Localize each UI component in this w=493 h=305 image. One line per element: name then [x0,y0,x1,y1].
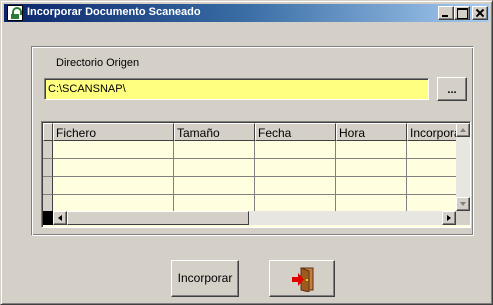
table-cell[interactable] [174,159,255,177]
table-cell[interactable] [174,141,255,159]
title-bar[interactable]: Incorporar Documento Scaneado [4,4,489,22]
table-cell[interactable] [174,195,255,211]
scroll-right-button[interactable] [442,211,456,225]
minimize-button[interactable] [438,6,454,20]
row-indicator[interactable] [43,195,53,211]
table-cell[interactable] [53,195,174,211]
table-cell[interactable] [336,195,407,211]
table-cell[interactable] [407,141,456,159]
table-cell[interactable] [255,177,336,195]
table-cell[interactable] [407,177,456,195]
exit-button[interactable] [269,260,335,297]
arrow-left-icon [58,215,62,221]
incorporar-button[interactable]: Incorporar [171,260,239,297]
table-cell[interactable] [336,159,407,177]
arrow-right-icon [447,215,451,221]
table-row[interactable] [43,177,456,195]
horizontal-scrollbar[interactable] [43,211,456,225]
table-cell[interactable] [336,177,407,195]
table-cell[interactable] [53,141,174,159]
scroll-down-button[interactable] [456,197,470,211]
table-cell[interactable] [53,177,174,195]
scrollbar-corner [456,211,470,225]
column-header-tamano[interactable]: Tamaño [174,123,255,141]
directory-label: Directorio Origen [56,57,140,69]
grid-header-row: Fichero Tamaño Fecha Hora Incorpora [43,123,456,141]
scroll-left-button[interactable] [53,211,67,225]
scroll-up-button[interactable] [456,123,470,137]
scroll-track[interactable] [249,211,442,225]
window-title: Incorporar Documento Scaneado [27,6,201,18]
app-logo-icon [7,5,23,21]
table-cell[interactable] [407,159,456,177]
files-grid[interactable]: Fichero Tamaño Fecha Hora Incorpora [41,121,471,228]
scroll-thumb[interactable] [67,211,249,225]
close-button[interactable] [472,6,488,20]
column-header-fichero[interactable]: Fichero [53,123,174,141]
table-cell[interactable] [255,159,336,177]
column-header-hora[interactable]: Hora [336,123,407,141]
row-indicator[interactable] [43,141,53,159]
table-row[interactable] [43,159,456,177]
table-cell[interactable] [336,141,407,159]
table-cell[interactable] [255,141,336,159]
table-row[interactable] [43,195,456,211]
vertical-scrollbar[interactable] [456,123,470,211]
table-row[interactable] [43,141,456,159]
browse-button[interactable]: ... [437,77,467,101]
arrow-up-icon [460,128,466,132]
grid-viewport: Fichero Tamaño Fecha Hora Incorpora [43,123,456,211]
table-cell[interactable] [174,177,255,195]
directory-input[interactable] [44,78,429,100]
dialog-window: Incorporar Documento Scaneado Directorio… [0,0,493,305]
column-header-fecha[interactable]: Fecha [255,123,336,141]
row-indicator-header [43,123,53,141]
row-indicator[interactable] [43,159,53,177]
table-cell[interactable] [255,195,336,211]
exit-door-icon [292,267,314,292]
row-indicator[interactable] [43,177,53,195]
arrow-down-icon [460,202,466,206]
table-cell[interactable] [53,159,174,177]
maximize-button[interactable] [454,6,470,20]
table-cell[interactable] [407,195,456,211]
column-header-incorpora[interactable]: Incorpora [407,123,456,141]
